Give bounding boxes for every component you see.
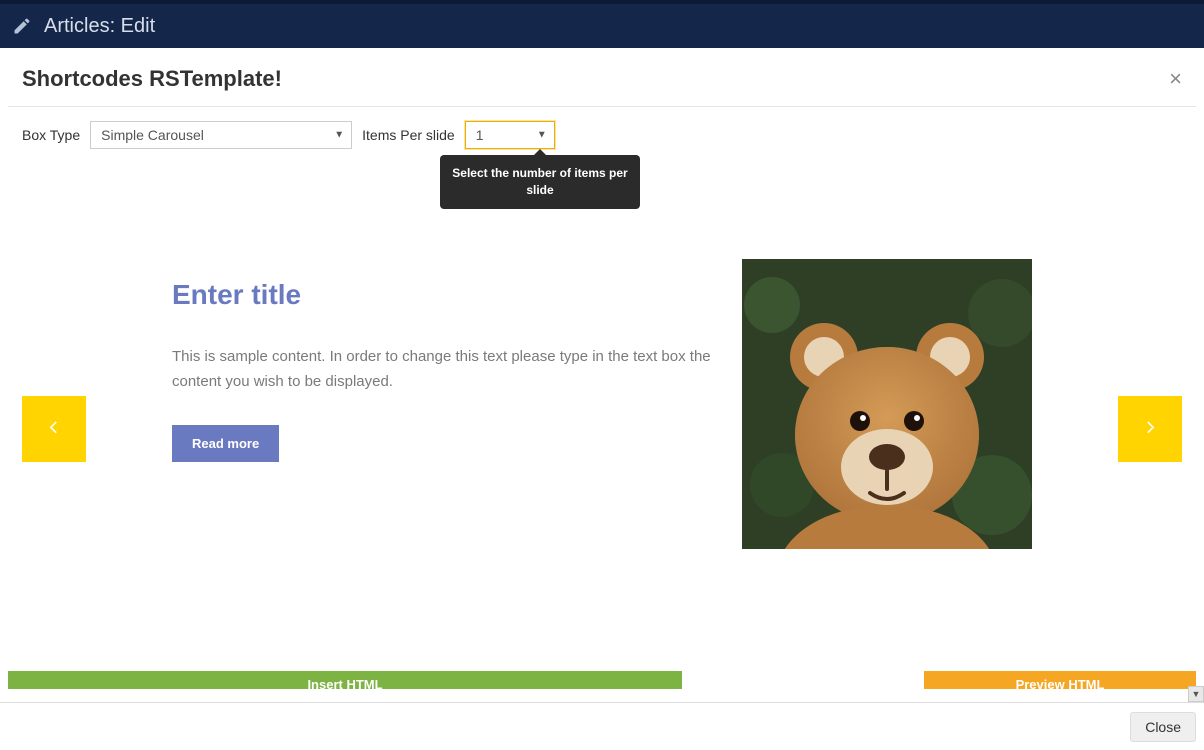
pencil-icon: [12, 16, 32, 36]
items-per-slide-value[interactable]: 1: [465, 121, 555, 149]
items-per-slide-label: Items Per slide: [362, 127, 455, 143]
box-type-value[interactable]: Simple Carousel: [90, 121, 352, 149]
form-row: Box Type Simple Carousel ▼ Items Per sli…: [22, 121, 1182, 149]
box-type-label: Box Type: [22, 127, 80, 143]
read-more-button[interactable]: Read more: [172, 425, 279, 462]
page-title: Articles: Edit: [44, 15, 155, 38]
modal-area: Shortcodes RSTemplate! × Box Type Simple…: [0, 48, 1204, 750]
close-icon[interactable]: ×: [1169, 68, 1182, 90]
modal-footer: Close: [0, 702, 1204, 750]
modal-header: Shortcodes RSTemplate! ×: [8, 56, 1196, 107]
slide-body: This is sample content. In order to chan…: [172, 345, 722, 395]
carousel-preview: Enter title This is sample content. In o…: [22, 249, 1182, 609]
items-per-slide-select[interactable]: 1 ▼: [465, 121, 555, 149]
chevron-left-icon: [44, 417, 64, 442]
carousel-next-button[interactable]: [1118, 396, 1182, 462]
teddy-bear-image: [742, 259, 1032, 549]
items-per-slide-tooltip: Select the number of items per slide: [440, 155, 640, 209]
box-type-select[interactable]: Simple Carousel ▼: [90, 121, 352, 149]
chevron-right-icon: [1140, 417, 1160, 442]
slide-title: Enter title: [172, 279, 722, 311]
close-button[interactable]: Close: [1130, 712, 1196, 742]
modal-title: Shortcodes RSTemplate!: [22, 66, 282, 92]
preview-html-button[interactable]: Preview HTML: [924, 671, 1196, 689]
slide-text: Enter title This is sample content. In o…: [172, 249, 742, 609]
scroll-down-button[interactable]: ▼: [1188, 686, 1204, 702]
modal-body: Box Type Simple Carousel ▼ Items Per sli…: [8, 107, 1196, 689]
slide-image: [742, 259, 1032, 549]
insert-html-button[interactable]: Insert HTML: [8, 671, 682, 689]
app-topbar: Articles: Edit: [0, 0, 1204, 48]
carousel-slide: Enter title This is sample content. In o…: [172, 249, 1032, 609]
shortcodes-modal: Shortcodes RSTemplate! × Box Type Simple…: [8, 56, 1196, 694]
action-row: Insert HTML Preview HTML: [8, 671, 1196, 689]
carousel-prev-button[interactable]: [22, 396, 86, 462]
